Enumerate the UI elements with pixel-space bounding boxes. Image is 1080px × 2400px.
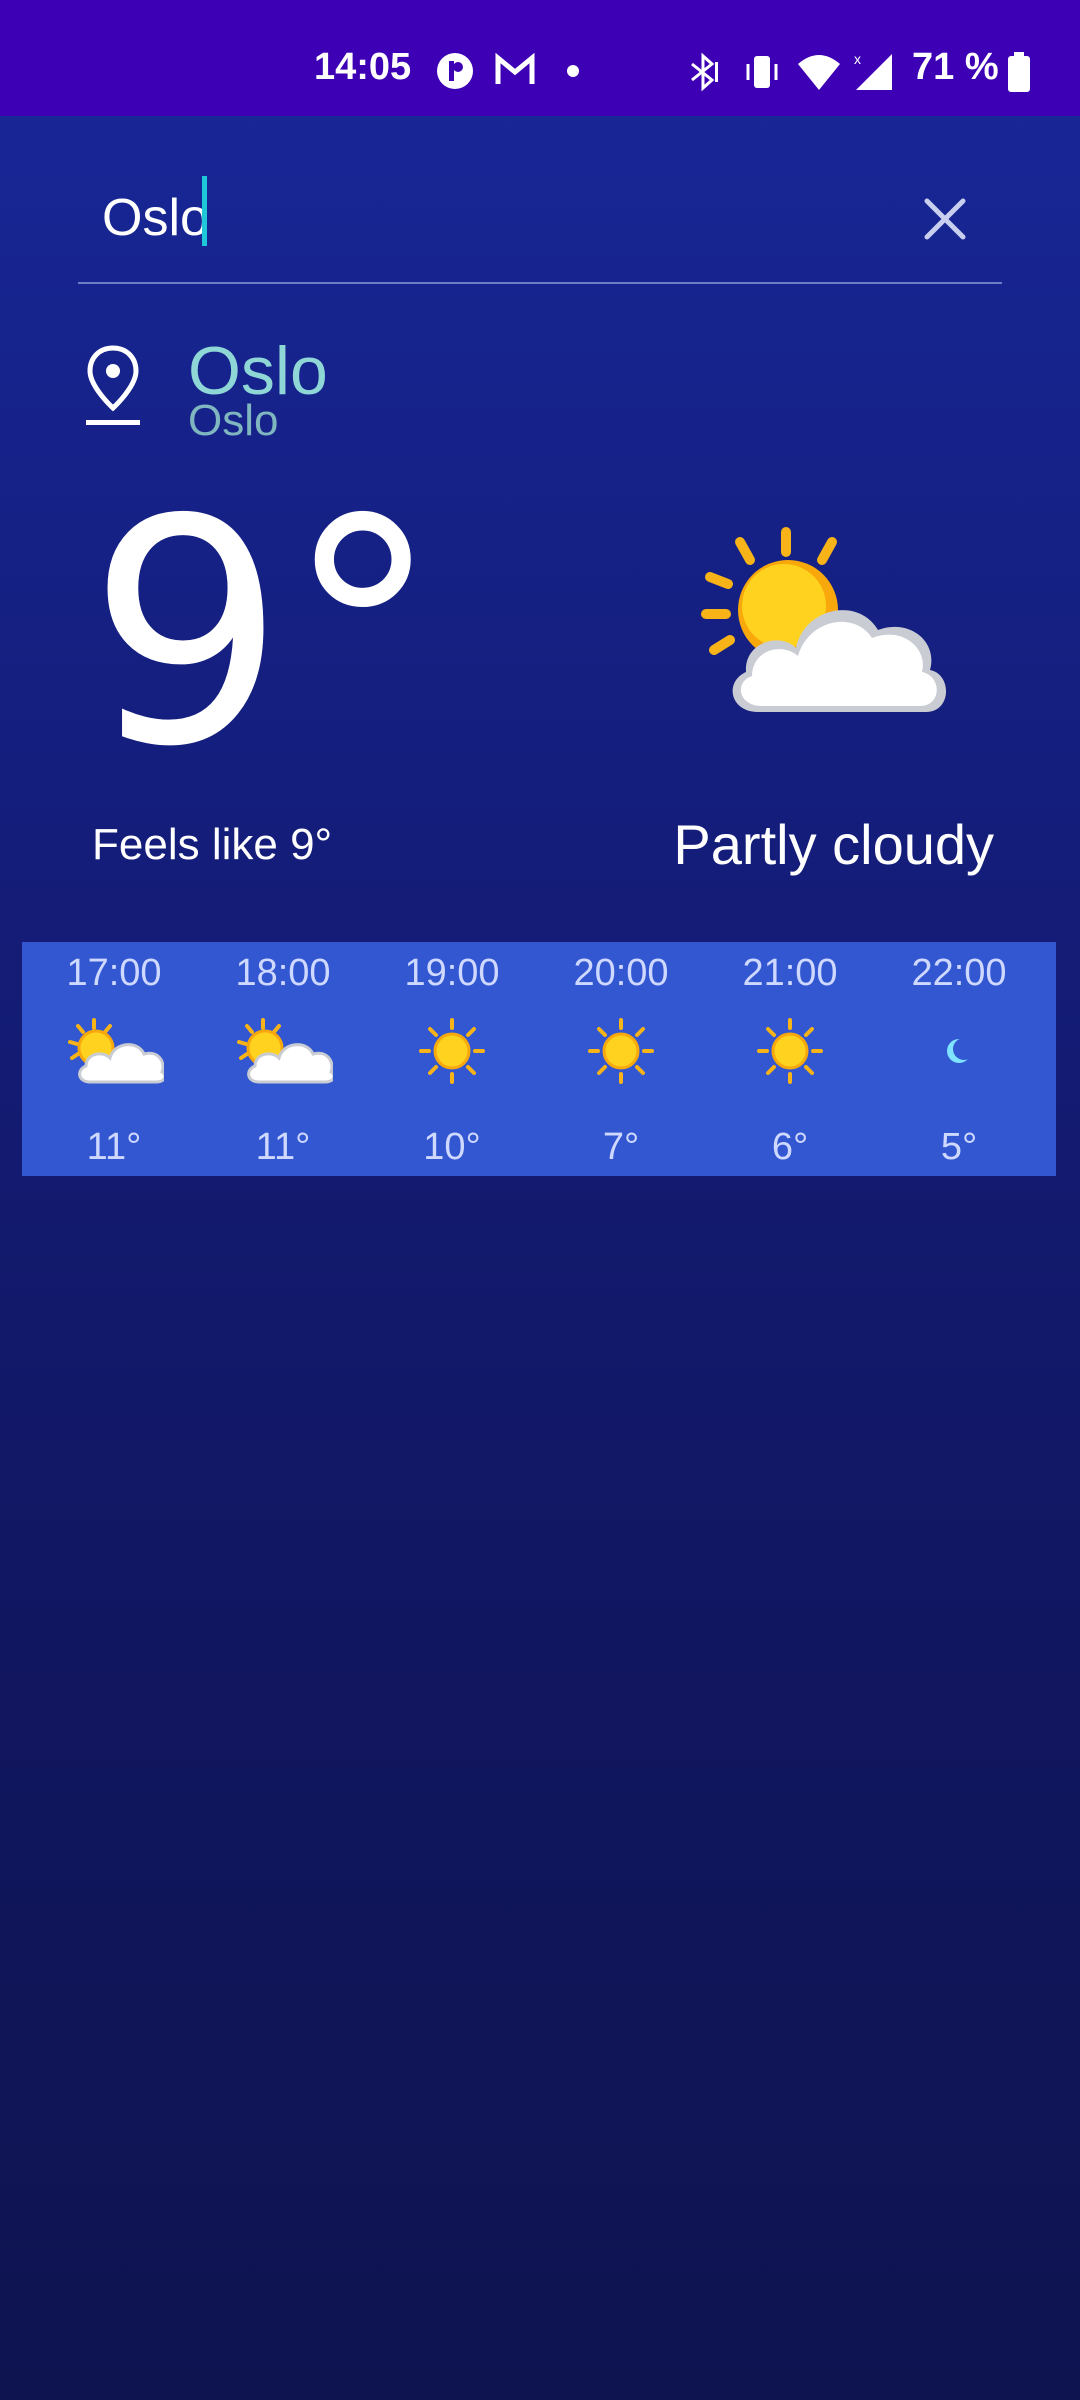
search-bar [78,160,1002,284]
sun-icon [755,1016,825,1091]
location-region: Oslo [188,396,279,445]
hour-item: 19:00 10° [368,942,536,1176]
sun-icon [586,1016,656,1091]
hour-time: 22:00 [911,952,1007,994]
dot-icon [566,64,580,83]
hour-time: 19:00 [404,952,500,994]
search-input[interactable] [102,182,822,254]
signal-icon: x [852,51,896,97]
hourly-forecast[interactable]: 17:00 11° 18:00 11° 19:00 10° 20:00 7° 2… [22,942,1056,1176]
hour-temp: 7° [602,1126,640,1168]
status-bar: 14:05 x 71 % [0,0,1080,116]
vibrate-icon [742,52,782,97]
hour-time: 21:00 [742,952,838,994]
hour-temp: 10° [423,1126,481,1168]
hour-time: 18:00 [235,952,331,994]
status-time: 14:05 [314,46,412,88]
location-pin-icon [82,344,144,435]
hour-temp: 5° [940,1126,978,1168]
condition-text: Partly cloudy [673,813,994,876]
gmail-icon [494,52,536,93]
wifi-icon [796,52,842,97]
text-caret [202,176,207,246]
partly-cloudy-icon [233,1016,336,1091]
hour-temp: 6° [771,1126,809,1168]
svg-text:x: x [854,52,861,67]
hour-item: 18:00 11° [199,942,367,1176]
media-icon [436,52,474,95]
bluetooth-icon [684,52,724,97]
battery-percent: 71 % [912,46,999,88]
hour-item: 22:00 5° [875,942,1043,1176]
search-underline [78,282,1002,284]
hour-item: 20:00 7° [537,942,705,1176]
hour-item: 21:00 6° [706,942,874,1176]
moon-icon [939,1031,979,1076]
partly-cloudy-icon [64,1016,167,1091]
current-temperature: 9° [88,454,441,815]
hour-temp: 11° [255,1126,311,1168]
hour-time: 20:00 [573,952,669,994]
hour-temp: 11° [86,1126,142,1168]
partly-cloudy-icon [700,522,960,727]
hour-time: 17:00 [66,952,162,994]
battery-icon [1006,52,1032,97]
sun-icon [417,1016,487,1091]
hour-item: 17:00 11° [30,942,198,1176]
close-icon[interactable] [910,184,980,254]
feels-like: Feels like 9° [92,820,333,869]
